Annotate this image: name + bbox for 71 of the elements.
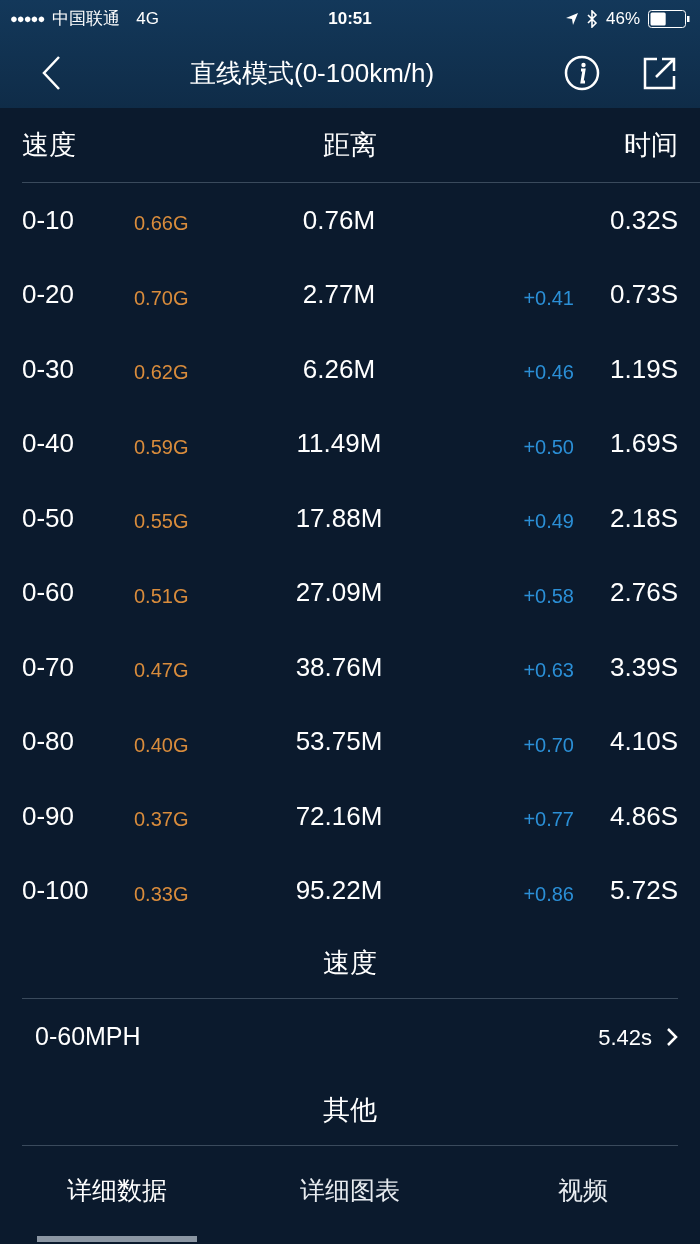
distance-value: 53.75M xyxy=(295,726,383,757)
tab[interactable]: 视频 xyxy=(466,1146,699,1236)
clock: 10:51 xyxy=(328,8,372,31)
battery-icon xyxy=(648,10,690,28)
speed-range: 0-50 xyxy=(22,502,75,533)
time-delta: +0.70 xyxy=(523,733,574,756)
time-delta: +0.50 xyxy=(523,435,574,458)
time-value: 0.73S xyxy=(610,279,678,310)
network-type: 4G xyxy=(136,8,159,31)
distance-value: 95.22M xyxy=(295,875,383,906)
time-delta: +0.41 xyxy=(523,286,574,309)
chevron-icon xyxy=(666,1027,678,1047)
g-force-value: 0.37G xyxy=(134,808,189,831)
distance-value: 11.49M xyxy=(296,428,382,459)
speed-range: 0-60 xyxy=(22,577,75,608)
time-value: 3.39S xyxy=(610,651,678,682)
tab[interactable]: 详细数据 xyxy=(0,1146,233,1236)
g-force-value: 0.40G xyxy=(134,733,189,756)
time-value: 2.18S xyxy=(610,502,678,533)
distance-value: 0.76M xyxy=(302,204,376,235)
time-value: 1.19S xyxy=(610,353,678,384)
speed-range: 0-100 xyxy=(22,875,89,906)
section-title: 其他 xyxy=(323,1093,377,1127)
distance-value: 17.88M xyxy=(295,502,383,533)
speed-range: 0-40 xyxy=(22,428,75,459)
column-header: 速度 xyxy=(22,129,76,160)
speed-range: 0-90 xyxy=(22,800,75,831)
battery-percentage: 46% xyxy=(605,8,640,31)
time-value: 4.10S xyxy=(610,726,678,757)
g-force-value: 0.70G xyxy=(134,286,189,309)
g-force-value: 0.59G xyxy=(134,435,189,458)
info-button[interactable] xyxy=(564,55,600,91)
distance-value: 72.16M xyxy=(295,800,383,831)
g-force-value: 0.51G xyxy=(134,584,189,607)
speed-range: 0-30 xyxy=(22,353,75,384)
speed-range: 0-80 xyxy=(22,726,75,757)
g-force-value: 0.33G xyxy=(134,882,189,905)
signal-dots: ●●●●● xyxy=(10,10,45,29)
tab[interactable]: 详细图表 xyxy=(233,1146,466,1236)
time-value: 1.69S xyxy=(610,428,678,459)
share-button[interactable] xyxy=(642,55,678,91)
time-value: 5.72S xyxy=(610,875,678,906)
carrier: 中国联通 xyxy=(52,8,121,31)
section-title: 速度 xyxy=(323,946,377,980)
g-force-value: 0.66G xyxy=(134,212,189,235)
time-value: 0.32S xyxy=(610,204,678,235)
time-value: 2.76S xyxy=(610,577,678,608)
distance-value: 6.26M xyxy=(302,353,376,384)
bluetooth-icon xyxy=(586,10,598,28)
time-delta: +0.46 xyxy=(523,361,574,384)
time-delta: +0.58 xyxy=(523,584,574,607)
column-header: 时间 xyxy=(624,129,678,160)
speed-range: 0-20 xyxy=(22,279,75,310)
g-force-value: 0.62G xyxy=(134,361,189,384)
result-row[interactable]: 0-60MPH 5.42s xyxy=(0,999,700,1075)
distance-value: 38.76M xyxy=(295,651,383,682)
column-header: 距离 xyxy=(323,129,377,160)
distance-value: 27.09M xyxy=(295,577,383,608)
g-force-value: 0.55G xyxy=(134,510,189,533)
speed-range: 0-10 xyxy=(22,204,75,235)
distance-value: 2.77M xyxy=(302,279,376,310)
time-delta: +0.63 xyxy=(523,659,574,682)
location-icon xyxy=(564,12,579,26)
back-button[interactable] xyxy=(40,55,62,91)
time-delta: +0.86 xyxy=(523,882,574,905)
time-value: 4.86S xyxy=(610,800,678,831)
time-delta: +0.77 xyxy=(523,808,574,831)
g-force-value: 0.47G xyxy=(134,659,189,682)
time-delta: +0.49 xyxy=(523,510,574,533)
page-title: 直线模式(0-100km/h) xyxy=(190,56,435,90)
speed-range: 0-70 xyxy=(22,651,75,682)
